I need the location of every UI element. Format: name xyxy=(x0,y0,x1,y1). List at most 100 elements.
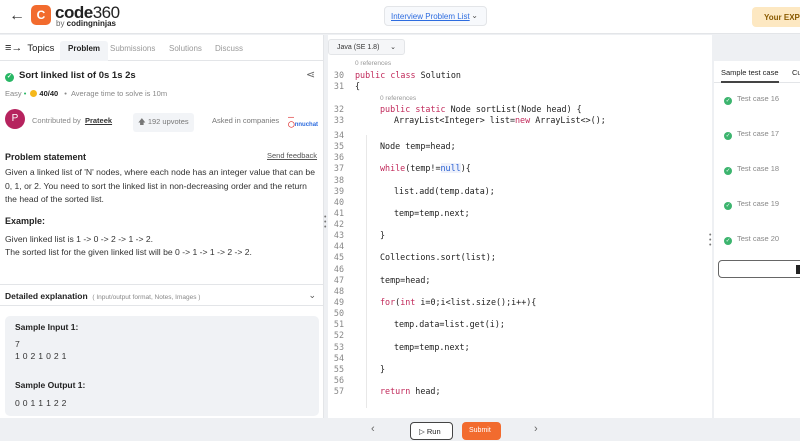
tab-sample-test-case[interactable]: Sample test case xyxy=(721,68,779,83)
code-line: temp=temp.next; xyxy=(394,342,470,352)
line-number: 37 xyxy=(333,163,344,173)
check-circle-icon: ✓ xyxy=(724,97,732,105)
line-number: 57 xyxy=(333,386,344,396)
arrow-left-icon[interactable]: ← xyxy=(9,7,25,25)
avg-time: Average time to solve is 10m xyxy=(70,89,168,98)
menu-icon: ≡→ xyxy=(5,42,23,54)
line-number: 38 xyxy=(333,175,344,185)
tab-solutions[interactable]: Solutions xyxy=(169,44,202,53)
submit-button[interactable]: Submit xyxy=(462,422,501,440)
problem-title: ✓ Sort linked list of 0s 1s 2s xyxy=(5,70,136,82)
example-line-2: The sorted list for the given linked lis… xyxy=(5,247,252,257)
code-line: Node temp=head; xyxy=(380,141,456,151)
language-select[interactable]: Java (SE 1.8) ⌄ xyxy=(328,39,405,55)
company-logo[interactable]: —◯nnuchat xyxy=(288,115,319,128)
run-button[interactable]: ▷ Run xyxy=(410,422,453,440)
code-line: temp=temp.next; xyxy=(394,208,470,218)
problem-tabs: ≡→ Topics Problem Submissions Solutions D… xyxy=(0,35,323,61)
line-number: 35 xyxy=(333,141,344,151)
line-number: 46 xyxy=(333,264,344,274)
exp-button[interactable]: Your EXP xyxy=(752,7,800,27)
check-circle-icon: ✓ xyxy=(5,73,14,82)
example-heading: Example: xyxy=(5,216,46,226)
test-case-item[interactable]: ✓ Test case 19 xyxy=(724,199,779,210)
code-lens[interactable]: 0 references xyxy=(355,60,391,67)
tab-discuss[interactable]: Discuss xyxy=(215,44,243,53)
indent-guide xyxy=(366,135,367,408)
line-number: 50 xyxy=(333,308,344,318)
line-number: 31 xyxy=(333,81,344,91)
topics-button[interactable]: ≡→ Topics xyxy=(5,42,54,54)
upvote-button[interactable]: 🡅 192 upvotes xyxy=(133,113,194,132)
code-line: return head; xyxy=(380,386,441,396)
prev-problem-button[interactable]: ‹ xyxy=(371,423,375,435)
code-line: temp=head; xyxy=(380,275,431,285)
problem-statement-text: Given a linked list of 'N' nodes, where … xyxy=(5,167,315,204)
contributor-row: P Contributed by Prateek 🡅 192 upvotes A… xyxy=(5,109,319,132)
line-number: 32 xyxy=(333,104,344,114)
code-line: } xyxy=(380,230,386,240)
test-case-item[interactable]: ✓ Test case 17 xyxy=(724,129,779,140)
dot-icon: • xyxy=(64,89,67,98)
right-resize-handle[interactable]: • • • xyxy=(709,232,713,249)
test-case-item[interactable]: ✓ Test case 18 xyxy=(724,164,779,175)
problem-list-dropdown[interactable]: Interview Problem List ⌄ xyxy=(384,6,487,26)
next-problem-button[interactable]: › xyxy=(534,423,538,435)
share-icon[interactable]: ⋖ xyxy=(306,68,315,81)
logo-subtitle: by codingninjas xyxy=(56,19,117,28)
tab-submissions[interactable]: Submissions xyxy=(110,44,155,53)
sample-input-heading: Sample Input 1: xyxy=(15,322,79,332)
send-feedback-link[interactable]: Send feedback xyxy=(267,151,317,160)
line-number: 53 xyxy=(333,342,344,352)
code-line: ArrayList<Integer> list=new ArrayList<>(… xyxy=(394,115,606,125)
code-line: while(temp!=null){ xyxy=(380,163,471,173)
line-number: 54 xyxy=(333,353,344,363)
tab-custom[interactable]: Cu xyxy=(792,68,800,77)
test-tabs: Sample test case Cu xyxy=(714,61,800,83)
test-case-item[interactable]: ✓ Test case 16 xyxy=(724,94,779,105)
line-number: 47 xyxy=(333,275,344,285)
line-number: 55 xyxy=(333,364,344,374)
test-panel: Sample test case Cu ✓ Test case 16 ✓ Test … xyxy=(714,61,800,418)
logo-mark[interactable]: C xyxy=(31,5,51,25)
check-circle-icon: ✓ xyxy=(724,202,732,210)
code-line: list.add(temp.data); xyxy=(394,186,495,196)
points-value: 40/40 xyxy=(39,89,59,98)
line-number: 39 xyxy=(333,186,344,196)
line-number: 51 xyxy=(333,319,344,329)
custom-input-box[interactable] xyxy=(718,260,800,278)
code-line: public static Node sortList(Node head) { xyxy=(380,104,582,114)
bottom-bar: ‹ ▷ Run Submit › xyxy=(0,418,800,441)
line-number: 42 xyxy=(333,219,344,229)
line-number: 48 xyxy=(333,286,344,296)
test-case-item[interactable]: ✓ Test case 20 xyxy=(724,234,779,245)
detailed-heading: Detailed explanation ( Input/output form… xyxy=(5,291,201,301)
check-circle-icon: ✓ xyxy=(724,167,732,175)
line-number: 30 xyxy=(333,70,344,80)
line-number: 49 xyxy=(333,297,344,307)
line-number: 43 xyxy=(333,230,344,240)
tab-problem[interactable]: Problem xyxy=(60,41,109,61)
arrow-up-icon: 🡅 xyxy=(138,117,146,126)
play-icon: ▷ xyxy=(419,427,425,436)
top-bar: ← C code360 by codingninjas Interview Pr… xyxy=(0,0,800,34)
contributor-link[interactable]: Prateek xyxy=(85,116,112,125)
line-number: 34 xyxy=(333,130,344,140)
line-number: 40 xyxy=(333,197,344,207)
code-line: { xyxy=(355,81,361,91)
detailed-explanation-toggle[interactable]: Detailed explanation ( Input/output form… xyxy=(0,284,323,306)
problem-statement-heading: Problem statement xyxy=(5,152,87,162)
cursor-mark xyxy=(796,265,800,274)
dot-icon: • xyxy=(23,89,27,98)
difficulty-label: Easy xyxy=(5,89,22,98)
code-lens[interactable]: 0 references xyxy=(380,95,416,102)
line-number: 41 xyxy=(333,208,344,218)
check-circle-icon: ✓ xyxy=(724,132,732,140)
code-editor[interactable]: Java (SE 1.8) ⌄ 0 references 30 public cl… xyxy=(328,35,712,418)
code-line: } xyxy=(380,364,386,374)
line-number: 56 xyxy=(333,375,344,385)
problem-meta: Easy • 40/40 • Average time to solve is 10… xyxy=(5,89,167,98)
check-circle-icon: ✓ xyxy=(724,237,732,245)
example-line-1: Given linked list is 1 -> 0 -> 2 -> 1 ->… xyxy=(5,234,154,244)
sample-input-line: 1 0 2 1 0 2 1 xyxy=(15,351,67,361)
